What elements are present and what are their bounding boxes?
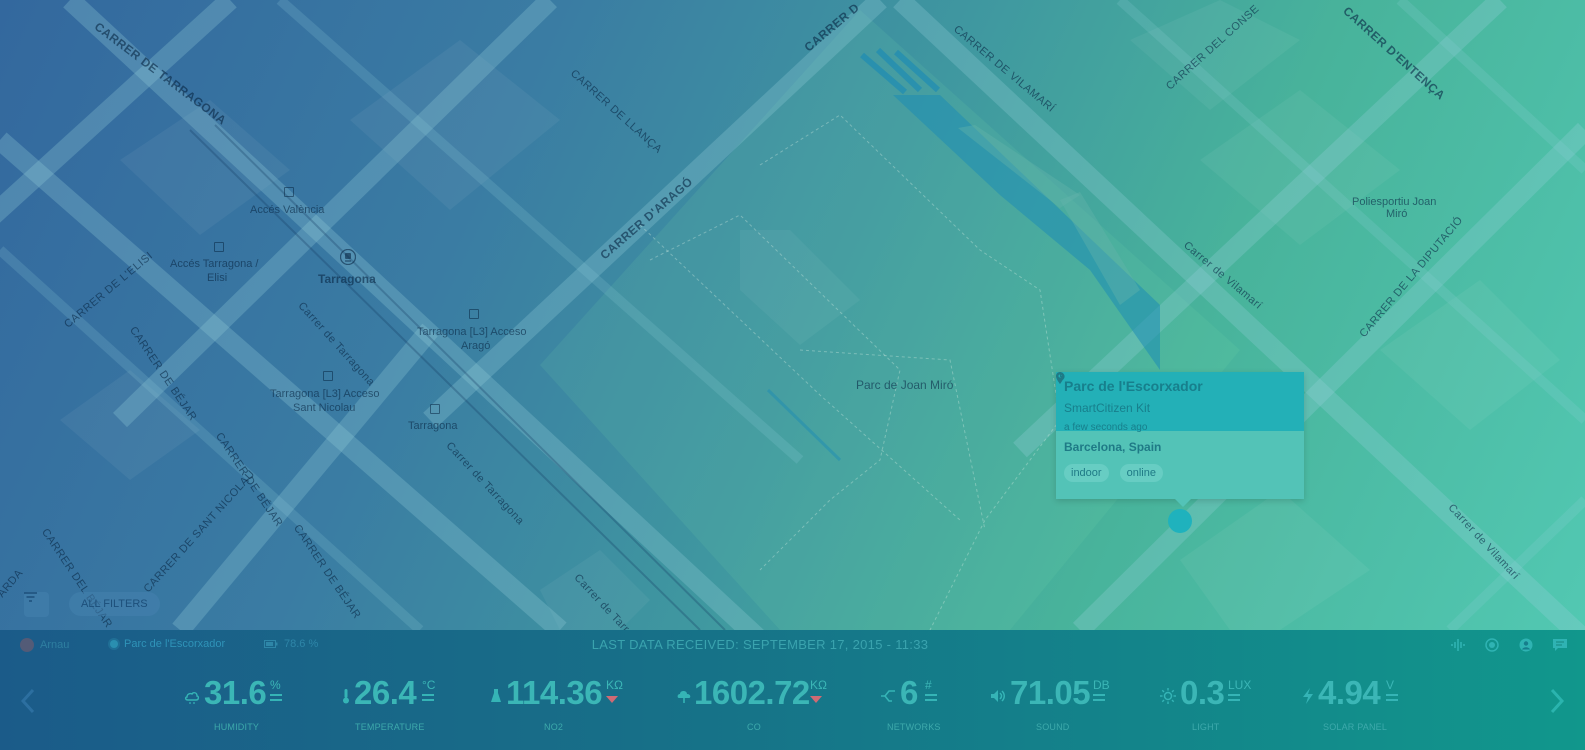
metric-unit: LUX xyxy=(1228,678,1252,692)
filter-icon xyxy=(24,592,37,602)
target-icon xyxy=(1485,638,1499,652)
metric-value: 4.94 xyxy=(1318,674,1381,711)
previous-arrow-icon[interactable] xyxy=(18,686,38,716)
trend-equal-icon xyxy=(1228,694,1240,701)
metric-value: 26.4 xyxy=(354,674,417,711)
tag-indoor[interactable]: indoor xyxy=(1064,464,1109,482)
device-data-panel: Arnau Parc de l'Escorxador 78.6 % LAST D… xyxy=(0,630,1585,750)
metro-entrance-icon xyxy=(323,371,333,381)
poi-label: Accés Tarragona / xyxy=(170,258,259,270)
user-icon xyxy=(1519,638,1533,652)
last-data-received: LAST DATA RECEIVED: SEPTEMBER 17, 2015 -… xyxy=(591,637,929,652)
status-row: Arnau Parc de l'Escorxador 78.6 % LAST D… xyxy=(0,630,1585,660)
metric-label: LIGHT xyxy=(1192,722,1220,732)
popup-kit-type: SmartCitizen Kit xyxy=(1064,401,1151,415)
poi-label: Elisi xyxy=(207,272,228,284)
metric-label: TEMPERATURE xyxy=(355,722,425,732)
all-filters-chip[interactable]: ALL FILTERS xyxy=(69,592,160,616)
poi-label: Aragó xyxy=(461,340,491,352)
co-icon xyxy=(677,691,691,703)
poi-label: Sant Nicolau xyxy=(293,402,356,414)
thermometer-icon xyxy=(343,689,349,704)
metric-value: 6 xyxy=(900,674,918,711)
humidity-icon xyxy=(184,692,200,704)
popup-title[interactable]: Parc de l'Escorxador xyxy=(1064,378,1296,394)
trend-down-icon xyxy=(810,696,822,703)
sun-icon xyxy=(1160,688,1176,704)
map-area[interactable]: CARRER DE TARRAGONA CARRER DE LLANÇA CAR… xyxy=(0,0,1585,630)
poi-label: Accés València xyxy=(250,204,325,216)
popup-time-text: a few seconds ago xyxy=(1064,422,1148,433)
trend-equal-icon xyxy=(422,694,434,701)
user-profile-button[interactable] xyxy=(1517,636,1535,654)
metric-label: HUMIDITY xyxy=(214,722,260,732)
metric-unit: DB xyxy=(1093,678,1110,692)
networks-icon xyxy=(881,690,895,702)
popup-pointer xyxy=(1174,498,1192,507)
metric-unit: V xyxy=(1386,678,1395,692)
trend-equal-icon xyxy=(270,694,282,701)
trend-equal-icon xyxy=(925,694,937,701)
popup-tags: indoor online xyxy=(1064,464,1296,482)
speaker-icon xyxy=(991,690,1005,702)
next-arrow-icon[interactable] xyxy=(1547,686,1567,716)
map-streets-layer xyxy=(0,0,1585,630)
metric-value: 71.05 xyxy=(1010,674,1091,711)
comment-button[interactable] xyxy=(1551,636,1569,654)
metric-unit: KΩ xyxy=(810,678,827,692)
popup-location: Barcelona, Spain xyxy=(1056,372,1296,454)
popup-header: Parc de l'Escorxador SmartCitizen Kit a … xyxy=(1056,372,1304,433)
poi-label: Tarragona xyxy=(408,420,458,432)
trend-equal-icon xyxy=(1386,694,1398,701)
sound-wave-button[interactable] xyxy=(1449,636,1467,654)
trend-equal-icon xyxy=(1093,694,1105,701)
metric-value: 114.36 xyxy=(506,674,603,711)
waveform-icon xyxy=(1451,639,1465,651)
trend-down-icon xyxy=(606,696,618,703)
popup-location-text: Barcelona, Spain xyxy=(1064,440,1162,454)
poi-label: Miró xyxy=(1386,208,1408,220)
filter-button[interactable] xyxy=(24,592,49,617)
tag-online[interactable]: online xyxy=(1119,464,1163,482)
metric-value: 31.6 xyxy=(204,674,267,711)
metric-label: CO xyxy=(747,722,761,732)
target-button[interactable] xyxy=(1483,636,1501,654)
metric-unit: # xyxy=(925,678,932,692)
metric-label: NO2 xyxy=(544,722,564,732)
metric-unit: KΩ xyxy=(606,678,623,692)
metric-value: 1602.72 xyxy=(694,674,810,711)
park-label: Parc de Joan Miró xyxy=(856,378,954,392)
metric-unit: % xyxy=(270,678,281,692)
no2-icon xyxy=(491,689,501,702)
poi-label: Tarragona [L3] Acceso xyxy=(270,388,380,400)
popup-body: Barcelona, Spain indoor online xyxy=(1056,372,1304,499)
poi-label: Tarragona [L3] Acceso xyxy=(417,326,527,338)
device-marker[interactable] xyxy=(1168,509,1192,533)
bolt-icon xyxy=(1303,688,1313,704)
metric-value: 0.3 xyxy=(1180,674,1225,711)
metric-label: SOLAR PANEL xyxy=(1323,722,1388,732)
train-station-icon xyxy=(340,249,356,265)
metric-label: NETWORKS xyxy=(887,722,941,732)
metro-entrance-icon xyxy=(430,404,440,414)
metric-unit: °C xyxy=(422,678,436,692)
metro-entrance-icon xyxy=(214,242,224,252)
metro-entrance-icon xyxy=(469,309,479,319)
location-pin-icon xyxy=(1056,372,1064,384)
metro-entrance-icon xyxy=(284,187,294,197)
metric-label: SOUND xyxy=(1036,722,1070,732)
device-popup[interactable]: Parc de l'Escorxador SmartCitizen Kit a … xyxy=(1056,372,1304,507)
comment-icon xyxy=(1553,638,1567,651)
station-label: Tarragona xyxy=(318,272,376,286)
